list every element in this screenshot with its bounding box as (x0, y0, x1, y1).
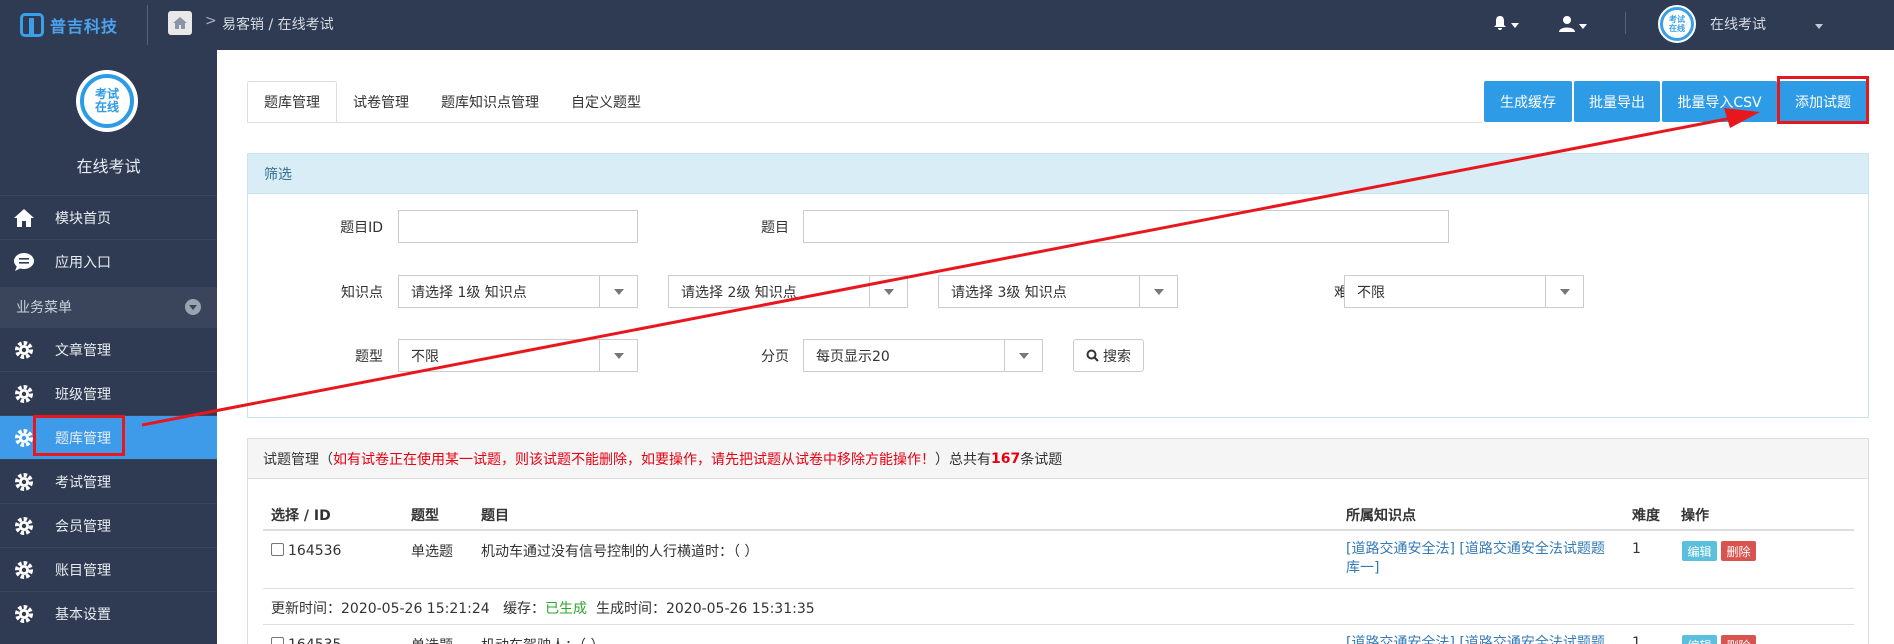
annotation-arrow-icon (141, 108, 1760, 427)
